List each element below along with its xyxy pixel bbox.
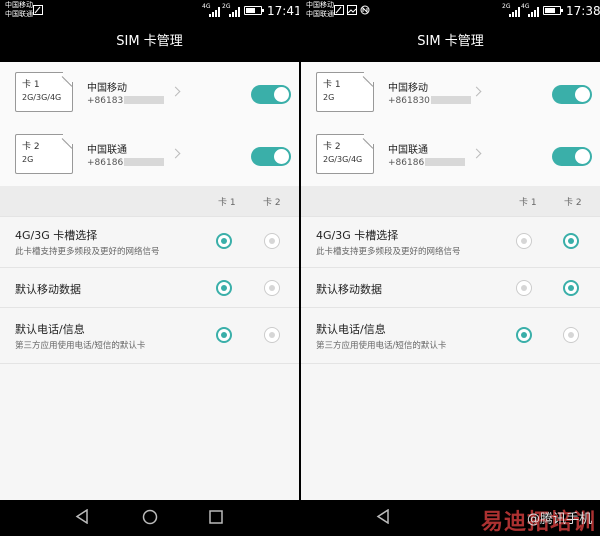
status-bar: 中国移动 中国联通 2G 4G 17:38 <box>301 0 600 22</box>
sim-number: +86186 <box>87 158 165 168</box>
sim-list: 卡 1 2G 中国移动 +861830 卡 2 2G/3G/4G 中国联通 +8… <box>301 62 600 186</box>
sim-card-icon: 卡 2 2G <box>15 134 73 174</box>
radio-card2[interactable] <box>264 327 280 343</box>
battery-icon <box>543 6 563 15</box>
option-title: 默认移动数据 <box>15 283 81 296</box>
sim-number: +861830 <box>388 96 471 106</box>
radio-card1[interactable] <box>216 327 232 343</box>
sim-card-slot: 卡 2 <box>22 142 40 152</box>
clock: 17:38 <box>566 4 600 18</box>
radio-card2[interactable] <box>563 233 579 249</box>
radio-card2[interactable] <box>264 280 280 296</box>
sim-card-slot: 卡 2 <box>323 142 341 152</box>
chevron-right-icon <box>170 86 181 97</box>
option-subtitle: 此卡槽支持更多频段及更好的网络信号 <box>15 247 160 257</box>
column-header: 卡 1 卡 2 <box>0 186 299 216</box>
sim-2-toggle[interactable] <box>251 147 291 166</box>
option-subtitle: 第三方应用使用电话/短信的默认卡 <box>15 341 146 351</box>
sim-row-1[interactable]: 卡 1 2G/3G/4G 中国移动 +86183 <box>0 62 299 117</box>
redaction-blur <box>430 96 471 104</box>
radio-card2[interactable] <box>563 280 579 296</box>
option-default-data[interactable]: 默认移动数据 <box>0 267 299 308</box>
sim-card-networks: 2G/3G/4G <box>323 155 363 164</box>
column-card-2: 卡 2 <box>564 198 582 208</box>
sim-2-toggle[interactable] <box>552 147 592 166</box>
page-title: SIM 卡管理 <box>0 22 299 62</box>
redaction-blur <box>124 158 165 166</box>
carrier-1-label: 中国移动 <box>5 1 33 9</box>
sim-card-icon: 卡 1 2G/3G/4G <box>15 72 73 112</box>
option-4g3g-slot[interactable]: 4G/3G 卡槽选择 此卡槽支持更多频段及更好的网络信号 <box>0 216 299 268</box>
sim-card-networks: 2G/3G/4G <box>22 93 62 102</box>
carrier-2-label: 中国联通 <box>306 10 334 18</box>
radio-card1[interactable] <box>516 280 532 296</box>
option-subtitle: 此卡槽支持更多频段及更好的网络信号 <box>316 247 461 257</box>
option-title: 4G/3G 卡槽选择 <box>15 229 98 242</box>
sim-row-2[interactable]: 卡 2 2G 中国联通 +86186 <box>0 124 299 179</box>
image-notification-icon <box>347 5 357 15</box>
chevron-right-icon <box>170 148 181 159</box>
edit-notification-icon <box>33 5 43 15</box>
carrier-2-label: 中国联通 <box>5 10 33 18</box>
sim-row-1[interactable]: 卡 1 2G 中国移动 +861830 <box>301 62 600 117</box>
option-title: 4G/3G 卡槽选择 <box>316 229 399 242</box>
option-default-call-sms[interactable]: 默认电话/信息 第三方应用使用电话/短信的默认卡 <box>0 307 299 364</box>
radio-card1[interactable] <box>516 327 532 343</box>
option-title: 默认电话/信息 <box>15 323 85 336</box>
sim-card-icon: 卡 2 2G/3G/4G <box>316 134 374 174</box>
sim-list: 卡 1 2G/3G/4G 中国移动 +86183 卡 2 2G 中国联通 +86… <box>0 62 299 186</box>
nfc-icon <box>360 5 370 15</box>
chevron-right-icon <box>471 148 482 159</box>
option-title: 默认移动数据 <box>316 283 382 296</box>
navigation-bar: 易迪拓培训 <box>0 500 600 535</box>
radio-card1[interactable] <box>216 280 232 296</box>
option-default-data[interactable]: 默认移动数据 <box>301 267 600 308</box>
back-triangle-icon[interactable] <box>75 509 89 524</box>
column-header: 卡 1 卡 2 <box>301 186 600 216</box>
sim-carrier: 中国移动 <box>388 83 428 94</box>
chevron-right-icon <box>471 86 482 97</box>
screen-left: 中国移动 中国联通 4G 2G 17:41 SIM 卡管理 卡 1 2G/3G/… <box>0 0 299 500</box>
option-title: 默认电话/信息 <box>316 323 386 336</box>
sim-card-slot: 卡 1 <box>323 80 341 90</box>
radio-card1[interactable] <box>216 233 232 249</box>
recents-square-icon[interactable] <box>209 510 223 524</box>
radio-card2[interactable] <box>264 233 280 249</box>
sim-card-networks: 2G <box>323 93 335 102</box>
screen-right: 中国移动 中国联通 2G 4G 17:38 SIM 卡管理 卡 1 2G 中国移… <box>301 0 600 500</box>
sim-carrier: 中国移动 <box>87 83 127 94</box>
redaction-blur <box>425 158 466 166</box>
carrier-labels: 中国移动 中国联通 <box>5 1 33 19</box>
sim-1-toggle[interactable] <box>251 85 291 104</box>
home-circle-icon[interactable] <box>142 509 158 525</box>
sim-number: +86186 <box>388 158 466 168</box>
sim-carrier: 中国联通 <box>388 145 428 156</box>
sim-carrier: 中国联通 <box>87 145 127 156</box>
radio-card1[interactable] <box>516 233 532 249</box>
column-card-1: 卡 1 <box>218 198 236 208</box>
column-card-1: 卡 1 <box>519 198 537 208</box>
carrier-1-label: 中国移动 <box>306 1 334 9</box>
redaction-blur <box>124 96 165 104</box>
page-title: SIM 卡管理 <box>301 22 600 62</box>
sim-card-slot: 卡 1 <box>22 80 40 90</box>
watermark-sub: @腾讯手机 <box>526 512 592 527</box>
sim-card-icon: 卡 1 2G <box>316 72 374 112</box>
edit-notification-icon <box>334 5 344 15</box>
column-card-2: 卡 2 <box>263 198 281 208</box>
clock: 17:41 <box>267 4 299 18</box>
option-4g3g-slot[interactable]: 4G/3G 卡槽选择 此卡槽支持更多频段及更好的网络信号 <box>301 216 600 268</box>
status-bar: 中国移动 中国联通 4G 2G 17:41 <box>0 0 299 22</box>
radio-card2[interactable] <box>563 327 579 343</box>
back-triangle-icon[interactable] <box>376 509 390 524</box>
sim-row-2[interactable]: 卡 2 2G/3G/4G 中国联通 +86186 <box>301 124 600 179</box>
sim-number: +86183 <box>87 96 165 106</box>
carrier-labels: 中国移动 中国联通 <box>306 1 334 19</box>
battery-icon <box>244 6 264 15</box>
option-default-call-sms[interactable]: 默认电话/信息 第三方应用使用电话/短信的默认卡 <box>301 307 600 364</box>
sim-1-toggle[interactable] <box>552 85 592 104</box>
sim-card-networks: 2G <box>22 155 34 164</box>
option-subtitle: 第三方应用使用电话/短信的默认卡 <box>316 341 447 351</box>
